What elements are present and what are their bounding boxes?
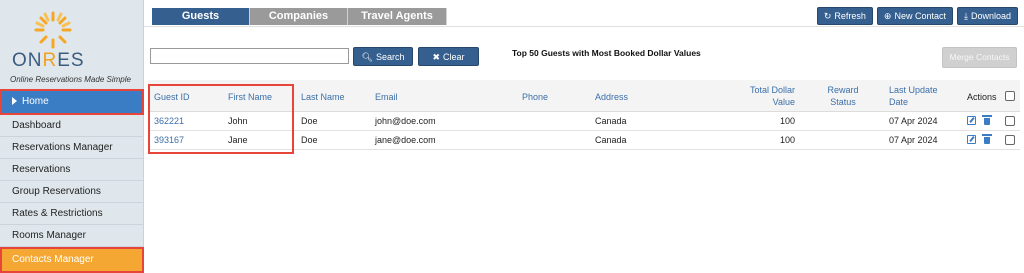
sun-logo-icon <box>34 11 72 49</box>
close-icon: ✖ <box>432 51 441 62</box>
contact-type-tabs: Guests Companies Travel Agents <box>152 8 447 25</box>
tab-travel-agents[interactable]: Travel Agents <box>348 8 447 25</box>
tab-divider <box>144 26 1024 27</box>
cell-first-name: Jane <box>228 135 248 145</box>
sidebar-item-reservations-manager[interactable]: Reservations Manager <box>0 137 144 159</box>
tab-companies[interactable]: Companies <box>250 8 348 25</box>
guests-table: Guest ID First Name Last Name Email Phon… <box>148 80 1020 150</box>
cell-guest-id[interactable]: 362221 <box>154 116 184 127</box>
col-phone[interactable]: Phone <box>522 91 548 103</box>
app-window: ONRES Online Reservations Made Simple Ho… <box>0 0 1024 273</box>
merge-contacts-button[interactable]: Merge Contacts <box>942 47 1017 68</box>
sidebar-item-rates-restrictions[interactable]: Rates & Restrictions <box>0 203 144 225</box>
cell-updated: 07 Apr 2024 <box>889 116 938 126</box>
new-contact-label: New Contact <box>894 11 946 21</box>
col-reward-line2: Status <box>830 97 856 107</box>
tab-guests[interactable]: Guests <box>152 8 250 25</box>
col-total-line1: Total Dollar <box>749 85 795 95</box>
cell-last-name: Doe <box>301 116 318 126</box>
search-input[interactable] <box>150 48 349 64</box>
search-label: Search <box>375 51 405 62</box>
clear-label: Clear <box>443 51 465 62</box>
col-total-dollar-value[interactable]: Total Dollar Value <box>738 84 795 108</box>
cell-email: jane@doe.com <box>375 135 436 145</box>
sidebar-item-reservations[interactable]: Reservations <box>0 159 144 181</box>
edit-icon[interactable] <box>967 116 976 125</box>
logo-main: ON <box>12 50 43 71</box>
refresh-button[interactable]: ↻ Refresh <box>816 7 873 25</box>
sidebar-item-contacts-manager[interactable]: Contacts Manager <box>0 247 144 273</box>
refresh-label: Refresh <box>834 11 866 21</box>
caret-right-icon <box>12 97 17 105</box>
cell-guest-id[interactable]: 393167 <box>154 135 184 146</box>
download-icon: ⤓ <box>963 11 968 21</box>
col-last-name[interactable]: Last Name <box>301 91 345 103</box>
table-row: 393167 Jane Doe jane@doe.com Canada 100 … <box>148 131 1020 150</box>
cell-total: 100 <box>779 135 795 145</box>
cell-email: john@doe.com <box>375 116 436 126</box>
row-checkbox[interactable] <box>1005 135 1015 145</box>
logo-wordmark: ONRES <box>12 50 85 72</box>
cell-total: 100 <box>779 116 795 126</box>
col-updated-line1: Last Update <box>889 85 938 95</box>
col-address[interactable]: Address <box>595 91 628 103</box>
download-button[interactable]: ⤓ Download <box>956 7 1018 25</box>
search-button[interactable]: 🔍︎ Search <box>353 47 413 66</box>
select-all-checkbox[interactable] <box>1005 91 1015 101</box>
plus-circle-icon: ⊕ <box>883 11 892 21</box>
cell-updated: 07 Apr 2024 <box>889 135 938 145</box>
search-icon: 🔍︎ <box>361 51 373 62</box>
new-contact-button[interactable]: ⊕ New Contact <box>876 7 953 25</box>
edit-icon[interactable] <box>967 135 976 144</box>
col-last-update-date[interactable]: Last Update Date <box>889 84 938 108</box>
col-first-name[interactable]: First Name <box>228 91 272 103</box>
sidebar-nav: Home Dashboard Reservations Manager Rese… <box>0 89 144 273</box>
col-reward-line1: Reward <box>827 85 859 95</box>
logo-rest: ES <box>57 50 85 71</box>
col-total-line2: Value <box>772 97 795 107</box>
sidebar-item-rooms-manager[interactable]: Rooms Manager <box>0 225 144 247</box>
sidebar: ONRES Online Reservations Made Simple Ho… <box>0 0 144 273</box>
col-reward-status[interactable]: Reward Status <box>813 84 873 108</box>
cell-address: Canada <box>595 135 627 145</box>
table-row: 362221 John Doe john@doe.com Canada 100 … <box>148 112 1020 131</box>
clear-button[interactable]: ✖ Clear <box>418 47 479 66</box>
col-guest-id[interactable]: Guest ID <box>154 91 190 103</box>
sidebar-item-group-reservations[interactable]: Group Reservations <box>0 181 144 203</box>
col-email[interactable]: Email <box>375 91 398 103</box>
sidebar-item-home[interactable]: Home <box>0 89 144 115</box>
col-updated-line2: Date <box>889 97 909 107</box>
table-header: Guest ID First Name Last Name Email Phon… <box>148 80 1020 112</box>
logo-tagline: Online Reservations Made Simple <box>10 75 131 84</box>
row-checkbox[interactable] <box>1005 116 1015 126</box>
logo-accent: R <box>42 50 58 71</box>
trash-icon[interactable] <box>982 115 992 125</box>
report-title: Top 50 Guests with Most Booked Dollar Va… <box>512 48 701 58</box>
sidebar-item-dashboard[interactable]: Dashboard <box>0 115 144 137</box>
sidebar-item-label: Home <box>22 96 49 107</box>
cell-address: Canada <box>595 116 627 126</box>
refresh-icon: ↻ <box>823 11 832 21</box>
onres-logo: ONRES Online Reservations Made Simple <box>0 0 144 88</box>
trash-icon[interactable] <box>982 134 992 144</box>
col-actions: Actions <box>967 92 997 102</box>
cell-last-name: Doe <box>301 135 318 145</box>
download-label: Download <box>970 11 1011 21</box>
toolbar: ↻ Refresh ⊕ New Contact ⤓ Download <box>816 7 1018 25</box>
cell-first-name: John <box>228 116 248 126</box>
